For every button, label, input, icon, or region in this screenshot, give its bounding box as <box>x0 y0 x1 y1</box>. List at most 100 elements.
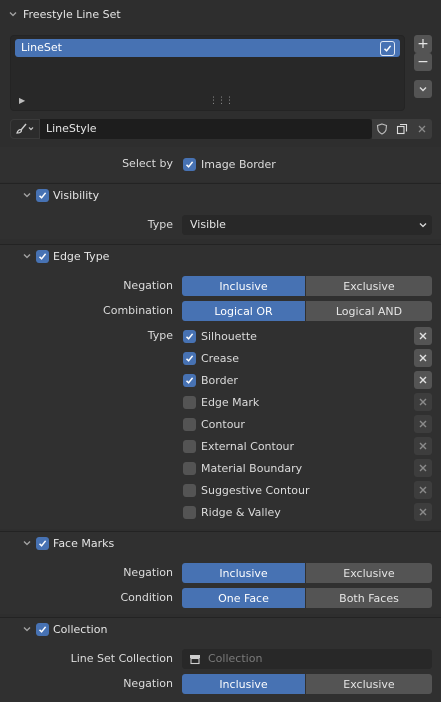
chevron-down-icon <box>22 251 32 261</box>
collection-checkbox[interactable] <box>36 622 49 636</box>
edge-negation-exclusive-button[interactable]: Exclusive <box>306 276 432 296</box>
edge-type-label: External Contour <box>201 439 295 453</box>
visibility-type-value: Visible <box>190 218 226 231</box>
visibility-checkbox[interactable] <box>36 188 49 202</box>
chevron-down-icon <box>22 190 32 200</box>
condition-both-faces-button[interactable]: Both Faces <box>306 588 432 608</box>
edge-type-checkbox[interactable] <box>36 249 49 263</box>
chevron-down-icon <box>22 538 32 548</box>
exclude-toggle-button[interactable] <box>414 415 432 433</box>
linestyle-name-field[interactable]: LineStyle <box>40 119 372 139</box>
lineset-enabled-checkbox[interactable] <box>380 41 395 56</box>
resize-grip-icon[interactable]: ⋮⋮⋮ <box>209 96 234 106</box>
remove-lineset-button[interactable]: − <box>414 53 432 71</box>
collection-box-icon <box>189 653 201 668</box>
image-border-checkbox-row[interactable]: Image Border <box>183 155 276 173</box>
edge-type-label: Silhouette <box>201 329 257 343</box>
close-icon <box>419 508 427 516</box>
linestyle-browse-button[interactable] <box>10 119 40 139</box>
face-marks-header[interactable]: Face Marks <box>22 532 114 554</box>
edge-type-row[interactable]: Material Boundary <box>183 459 302 477</box>
edge-type-label: Suggestive Contour <box>201 483 310 497</box>
edge-type-checkbox[interactable] <box>183 373 196 387</box>
edge-type-label: Contour <box>201 417 245 431</box>
collection-header[interactable]: Collection <box>22 618 107 640</box>
panel-header[interactable]: Freestyle Line Set <box>8 0 428 28</box>
edge-type-row[interactable]: Contour <box>183 415 245 433</box>
edge-type-checkbox[interactable] <box>183 483 196 497</box>
edge-type-row[interactable]: Suggestive Contour <box>183 481 309 499</box>
add-lineset-button[interactable]: + <box>414 35 432 53</box>
visibility-title: Visibility <box>53 188 100 202</box>
list-item[interactable]: LineSet <box>15 39 400 57</box>
close-icon <box>419 420 427 428</box>
lineset-collection-field[interactable]: Collection <box>182 649 432 669</box>
edge-type-checkbox[interactable] <box>183 505 196 519</box>
edge-type-label: Border <box>201 373 238 387</box>
lineset-name[interactable]: LineSet <box>21 41 62 54</box>
edge-type-list-label: Type <box>147 329 173 342</box>
edge-type-checkbox[interactable] <box>183 417 196 431</box>
edge-type-label: Crease <box>201 351 239 365</box>
exclude-toggle-button[interactable] <box>414 437 432 455</box>
duplicate-linestyle-button[interactable] <box>392 119 412 139</box>
edge-type-checkbox[interactable] <box>183 395 196 409</box>
exclude-toggle-button[interactable] <box>414 481 432 499</box>
combination-logical-or-button[interactable]: Logical OR <box>182 301 305 321</box>
exclude-toggle-button[interactable] <box>414 393 432 411</box>
edge-type-header[interactable]: Edge Type <box>22 245 109 267</box>
face-negation-exclusive-button[interactable]: Exclusive <box>306 563 432 583</box>
exclude-toggle-button[interactable] <box>414 327 432 345</box>
chevron-down-icon <box>419 87 427 92</box>
edge-type-row[interactable]: Edge Mark <box>183 393 259 411</box>
condition-label: Condition <box>120 591 174 604</box>
visibility-header[interactable]: Visibility <box>22 184 99 206</box>
edge-negation-label: Negation <box>123 279 173 292</box>
close-icon <box>419 398 427 406</box>
close-icon <box>419 486 427 494</box>
combination-logical-and-button[interactable]: Logical AND <box>306 301 432 321</box>
edge-type-row[interactable]: Silhouette <box>183 327 257 345</box>
image-border-label: Image Border <box>201 157 276 171</box>
condition-one-face-button[interactable]: One Face <box>182 588 305 608</box>
chevron-down-icon <box>22 624 32 634</box>
duplicate-icon <box>396 123 408 135</box>
expand-triangle-icon[interactable]: ▶ <box>19 96 25 105</box>
exclude-toggle-button[interactable] <box>414 349 432 367</box>
collection-placeholder: Collection <box>208 652 263 665</box>
chevron-down-icon <box>418 220 428 233</box>
list-menu-button[interactable] <box>414 80 432 98</box>
edge-type-checkbox[interactable] <box>183 439 196 453</box>
edge-negation-inclusive-button[interactable]: Inclusive <box>182 276 305 296</box>
face-negation-inclusive-button[interactable]: Inclusive <box>182 563 305 583</box>
collection-title: Collection <box>53 622 108 636</box>
edge-type-row[interactable]: Crease <box>183 349 239 367</box>
visibility-type-dropdown[interactable]: Visible <box>182 215 432 235</box>
exclude-toggle-button[interactable] <box>414 459 432 477</box>
edge-type-checkbox[interactable] <box>183 461 196 475</box>
edge-type-row[interactable]: Border <box>183 371 238 389</box>
collection-negation-label: Negation <box>123 677 173 690</box>
chevron-down-icon <box>8 9 18 19</box>
exclude-toggle-button[interactable] <box>414 371 432 389</box>
face-marks-checkbox[interactable] <box>36 536 49 550</box>
image-border-checkbox[interactable] <box>183 157 196 171</box>
lineset-collection-label: Line Set Collection <box>70 652 173 665</box>
edge-type-checkbox[interactable] <box>183 329 196 343</box>
collection-negation-inclusive-button[interactable]: Inclusive <box>182 674 305 694</box>
exclude-toggle-button[interactable] <box>414 503 432 521</box>
collection-negation-exclusive-button[interactable]: Exclusive <box>306 674 432 694</box>
edge-type-row[interactable]: External Contour <box>183 437 294 455</box>
edge-type-label: Ridge & Valley <box>201 505 281 519</box>
edge-type-label: Material Boundary <box>201 461 303 475</box>
fake-user-button[interactable] <box>372 119 392 139</box>
close-icon <box>419 442 427 450</box>
close-icon <box>419 376 427 384</box>
edge-type-checkbox[interactable] <box>183 351 196 365</box>
close-icon <box>418 125 426 133</box>
visibility-type-label: Type <box>147 218 173 231</box>
edge-type-row[interactable]: Ridge & Valley <box>183 503 281 521</box>
brush-icon <box>16 123 34 134</box>
unlink-linestyle-button[interactable] <box>412 119 432 139</box>
lineset-list[interactable]: LineSet ▶ ⋮⋮⋮ <box>10 35 405 111</box>
